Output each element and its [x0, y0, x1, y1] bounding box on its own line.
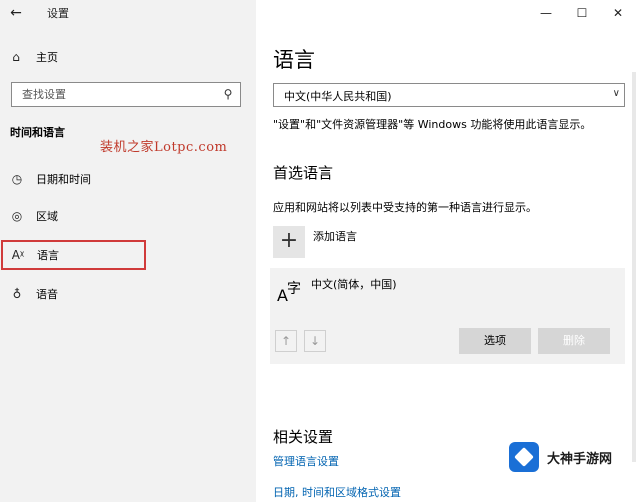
preferred-languages-description: 应用和网站将以列表中受支持的第一种语言进行显示。	[273, 201, 537, 214]
microphone-icon: ♁	[12, 287, 22, 301]
preferred-languages-heading: 首选语言	[273, 164, 334, 182]
add-language-button[interactable]: +	[273, 226, 305, 258]
maximize-icon[interactable]: ☐	[564, 0, 600, 26]
home-icon: ⌂	[12, 50, 20, 64]
page-title: 语言	[273, 48, 315, 72]
main-content: 语言 中文(中华人民共和国) ∨ "设置"和"文件资源管理器"等 Windows…	[256, 0, 636, 502]
display-language-dropdown[interactable]: 中文(中华人民共和国) ∨	[273, 83, 625, 107]
back-arrow-icon[interactable]: ←	[6, 3, 26, 23]
add-language-label[interactable]: 添加语言	[313, 228, 357, 244]
minimize-icon[interactable]: —	[528, 0, 564, 26]
move-up-arrow-icon[interactable]: ↑	[275, 330, 297, 352]
search-box[interactable]: ⚲	[11, 82, 241, 107]
language-list-item[interactable]: A 字 中文(简体，中国) ↑ ↓ 选项 删除	[270, 268, 625, 364]
search-input[interactable]	[12, 83, 212, 106]
nav-home-label: 主页	[36, 51, 58, 64]
sidebar-item-label: 区域	[36, 210, 58, 223]
display-language-description: "设置"和"文件资源管理器"等 Windows 功能将使用此语言显示。	[273, 118, 592, 131]
sidebar-item-speech[interactable]: ♁ 语音	[0, 279, 256, 309]
manage-language-settings-link[interactable]: 管理语言设置	[273, 453, 339, 469]
watermark-text: 装机之家Lotpc.com	[100, 140, 228, 155]
plus-icon: +	[279, 228, 299, 253]
sidebar: ← 设置 ⌂ 主页 ⚲ 时间和语言 ◷ 日期和时间 ◎ 区域 Aᵡ 语言 ♁ 语…	[0, 0, 256, 502]
options-button[interactable]: 选项	[459, 328, 531, 354]
close-icon[interactable]: ✕	[600, 0, 636, 26]
remove-button[interactable]: 删除	[538, 328, 610, 354]
sidebar-item-region[interactable]: ◎ 区域	[0, 201, 256, 231]
nav-home[interactable]: ⌂ 主页	[8, 46, 58, 68]
settings-window: ← 设置 ⌂ 主页 ⚲ 时间和语言 ◷ 日期和时间 ◎ 区域 Aᵡ 语言 ♁ 语…	[0, 0, 636, 502]
language-glyph-icon: A 字	[277, 281, 301, 305]
sidebar-item-label: 日期和时间	[36, 173, 91, 186]
clock-icon: ◷	[11, 172, 23, 186]
section-title: 时间和语言	[10, 126, 65, 139]
brand-name: 大神手游网	[547, 451, 613, 467]
window-controls: — ☐ ✕	[528, 0, 636, 26]
brand-logo-icon	[509, 442, 539, 472]
chevron-down-icon: ∨	[612, 88, 620, 99]
titlebar: ← 设置	[0, 0, 256, 26]
window-title: 设置	[47, 7, 69, 20]
display-language-value: 中文(中华人民共和国)	[284, 90, 392, 103]
sidebar-item-label: 语音	[36, 288, 58, 301]
sidebar-item-date-time[interactable]: ◷ 日期和时间	[0, 164, 256, 194]
language-icon: Aᵡ	[11, 248, 25, 262]
scrollbar[interactable]	[632, 72, 636, 462]
sidebar-item-label: 语言	[37, 249, 59, 262]
language-name: 中文(简体，中国)	[311, 278, 397, 291]
related-settings-heading: 相关设置	[273, 428, 334, 446]
date-time-region-format-link[interactable]: 日期, 时间和区域格式设置	[273, 484, 401, 500]
sidebar-item-language[interactable]: Aᵡ 语言	[1, 240, 146, 270]
globe-icon: ◎	[11, 209, 23, 223]
move-down-arrow-icon[interactable]: ↓	[304, 330, 326, 352]
brand-badge: 大神手游网	[509, 440, 633, 474]
search-icon[interactable]: ⚲	[221, 87, 235, 101]
